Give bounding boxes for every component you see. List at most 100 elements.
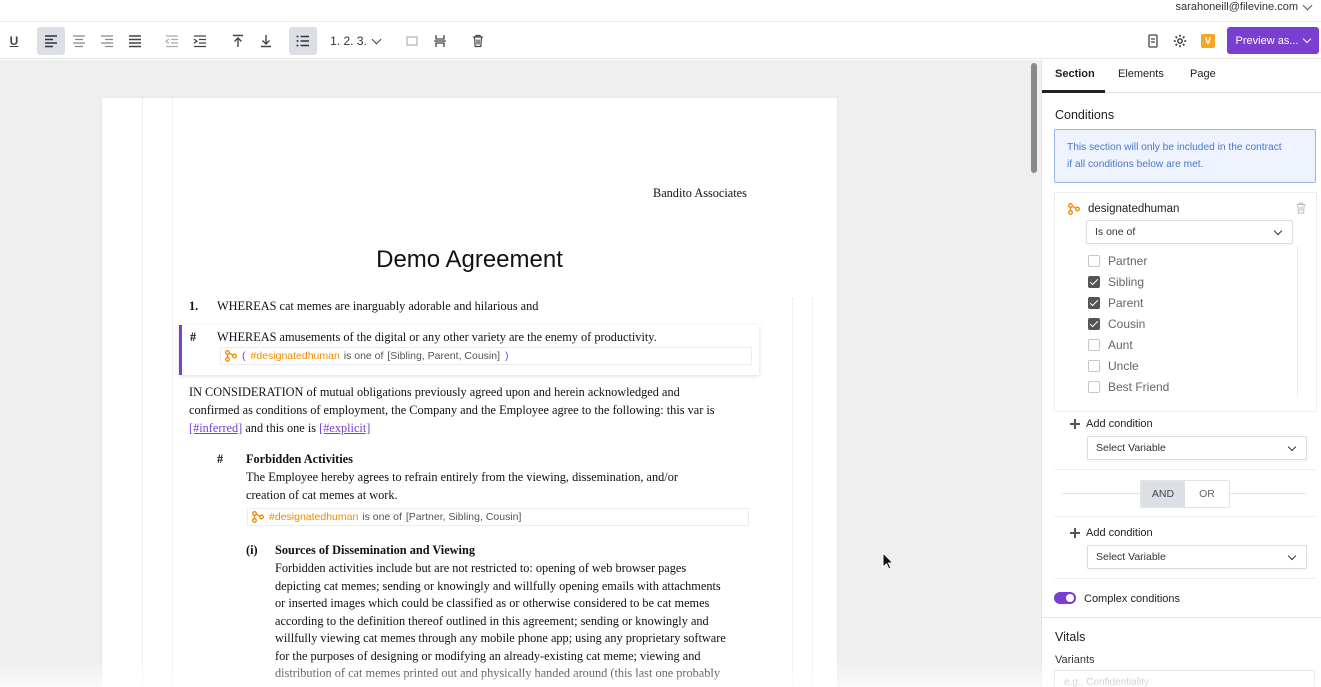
gear-icon — [1173, 34, 1187, 48]
align-right-icon — [101, 35, 113, 48]
align-center-button[interactable] — [65, 27, 93, 55]
option-uncle[interactable]: Uncle — [1088, 358, 1139, 374]
plus-icon — [1070, 419, 1080, 429]
body-line[interactable]: or inserted images which could be classi… — [275, 596, 709, 611]
outdent-button[interactable] — [158, 27, 186, 55]
body-line[interactable]: depicting cat memes; sending or knowingl… — [275, 579, 721, 594]
settings-button[interactable] — [1166, 27, 1194, 55]
tab-elements[interactable]: Elements — [1118, 68, 1164, 80]
condition-operator: is one of — [359, 511, 405, 523]
option-label: Partner — [1108, 254, 1148, 268]
option-label: Parent — [1108, 296, 1144, 310]
option-partner[interactable]: Partner — [1088, 253, 1147, 269]
or-option[interactable]: OR — [1185, 481, 1229, 507]
chevron-down-icon — [1302, 0, 1313, 10]
indent-icon — [193, 35, 206, 48]
chevron-down-icon — [371, 34, 382, 44]
condition-values: [Partner, Sibling, Cousin] — [405, 511, 522, 523]
vitals-badge-icon[interactable]: V — [1201, 34, 1215, 48]
tab-page[interactable]: Page — [1190, 68, 1216, 80]
checkbox[interactable] — [1088, 276, 1100, 288]
body-line[interactable]: for the purposes of designing or modifyi… — [275, 649, 701, 664]
add-condition-button[interactable]: Add condition — [1070, 418, 1153, 430]
document-title[interactable]: Demo Agreement — [102, 246, 837, 274]
add-condition-button[interactable]: Add condition — [1070, 527, 1153, 539]
indent-button[interactable] — [186, 27, 214, 55]
section-text[interactable]: WHEREAS amusements of the digital or any… — [217, 330, 657, 345]
active-tab-indicator — [1042, 90, 1105, 93]
plus-icon — [1070, 528, 1080, 538]
user-email: sarahoneill@filevine.com — [1175, 0, 1298, 13]
operator-select[interactable]: Is one of — [1086, 220, 1293, 244]
variable-select[interactable]: Select Variable — [1087, 436, 1307, 460]
condition-chip[interactable]: ( #designatedhuman is one of [Sibling, P… — [220, 347, 752, 365]
option-best-friend[interactable]: Best Friend — [1088, 379, 1169, 395]
document-button[interactable] — [1139, 27, 1167, 55]
body-line[interactable]: Forbidden activities include but are not… — [275, 561, 686, 576]
and-option[interactable]: AND — [1141, 481, 1185, 507]
align-left-button[interactable] — [37, 27, 65, 55]
consideration-mid-text: and this one is — [242, 421, 320, 435]
section-break-button[interactable] — [426, 27, 454, 55]
page-break-button[interactable] — [398, 27, 426, 55]
vitals-heading: Vitals — [1055, 630, 1086, 644]
delete-button[interactable] — [464, 27, 492, 55]
variants-input[interactable] — [1054, 670, 1315, 687]
variable-select[interactable]: Select Variable — [1087, 545, 1307, 569]
body-line[interactable]: distribution of cat memes printed out an… — [275, 666, 720, 681]
move-up-button[interactable] — [224, 27, 252, 55]
checkbox[interactable] — [1088, 255, 1100, 267]
divider — [1054, 578, 1316, 579]
bullet-list-button[interactable] — [289, 27, 317, 55]
document-scrollbar[interactable] — [1031, 63, 1037, 173]
delete-condition-icon[interactable] — [1295, 202, 1307, 214]
variable-inferred-link[interactable]: [#inferred] — [189, 421, 242, 435]
underline-button[interactable]: U — [0, 27, 28, 55]
variable-select-value: Select Variable — [1096, 442, 1166, 454]
section-heading[interactable]: Sources of Dissemination and Viewing — [275, 543, 475, 558]
move-down-button[interactable] — [252, 27, 280, 55]
option-aunt[interactable]: Aunt — [1088, 337, 1133, 353]
condition-operator: is one of — [340, 350, 387, 362]
divider — [1054, 469, 1316, 470]
consideration-line[interactable]: [#inferred] and this one is [#explicit] — [189, 421, 370, 436]
document-canvas[interactable]: Bandito Associates Demo Agreement 1. WHE… — [0, 60, 1041, 687]
consideration-line[interactable]: confirmed as conditions of employment, t… — [189, 403, 715, 418]
branch-icon — [1068, 203, 1080, 215]
variants-label: Variants — [1055, 654, 1095, 666]
justify-icon — [129, 35, 141, 48]
selected-section[interactable]: # WHEREAS amusements of the digital or a… — [179, 325, 759, 375]
align-center-icon — [73, 35, 85, 48]
option-parent[interactable]: Parent — [1088, 295, 1143, 311]
numbered-list-label: 1. 2. 3. — [330, 34, 367, 48]
chevron-down-icon — [1287, 551, 1297, 561]
body-line[interactable]: willfully viewing cat memes through any … — [275, 631, 726, 646]
section-text[interactable]: creation of cat memes at work. — [246, 488, 398, 503]
user-menu[interactable]: sarahoneill@filevine.com — [1175, 0, 1313, 13]
numbered-list-dropdown[interactable]: 1. 2. 3. — [327, 27, 383, 55]
condition-chip[interactable]: #designatedhuman is one of [Partner, Sib… — [247, 508, 749, 526]
document-page[interactable]: Bandito Associates Demo Agreement 1. WHE… — [102, 98, 837, 687]
consideration-line[interactable]: IN CONSIDERATION of mutual obligations p… — [189, 385, 680, 400]
arrow-up-icon — [233, 34, 243, 47]
section-text[interactable]: The Employee hereby agrees to refrain en… — [246, 470, 678, 485]
guide-line — [812, 298, 813, 687]
option-sibling[interactable]: Sibling — [1088, 274, 1144, 290]
section-heading[interactable]: Forbidden Activities — [246, 452, 353, 467]
checkbox[interactable] — [1088, 339, 1100, 351]
tab-section[interactable]: Section — [1055, 68, 1095, 80]
option-cousin[interactable]: Cousin — [1088, 316, 1145, 332]
checkbox[interactable] — [1088, 360, 1100, 372]
body-line[interactable]: according to the definition thereof outl… — [275, 614, 709, 629]
checkbox[interactable] — [1088, 297, 1100, 309]
section-text[interactable]: WHEREAS cat memes are inarguably adorabl… — [217, 299, 538, 314]
logic-toggle[interactable]: AND OR — [1140, 480, 1230, 508]
checkbox[interactable] — [1088, 318, 1100, 330]
mouse-cursor-icon — [882, 552, 894, 570]
align-right-button[interactable] — [93, 27, 121, 55]
justify-button[interactable] — [121, 27, 149, 55]
complex-conditions-toggle[interactable] — [1054, 592, 1076, 604]
variable-explicit-link[interactable]: [#explicit] — [319, 421, 370, 435]
preview-as-button[interactable]: Preview as... — [1227, 27, 1319, 54]
checkbox[interactable] — [1088, 381, 1100, 393]
